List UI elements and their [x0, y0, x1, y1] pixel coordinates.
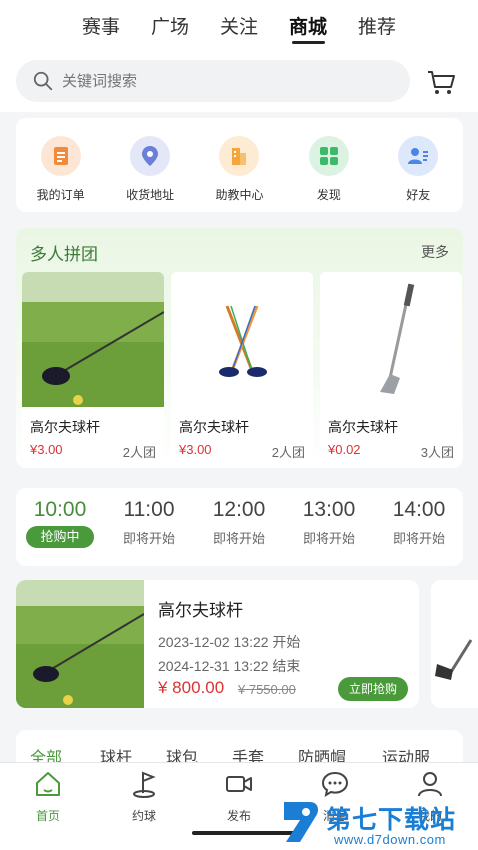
quick-menu: 我的订单 收货地址 助教中心 发现 好友 — [16, 118, 463, 212]
golf-flag-icon — [133, 771, 156, 798]
time-slot[interactable]: 13:00 即将开始 — [291, 498, 367, 547]
time-slot-time: 13:00 — [302, 498, 356, 521]
time-slot-status: 抢购中 — [26, 526, 94, 548]
time-slot-status: 即将开始 — [392, 531, 445, 546]
flash-sale-price: ¥ 800.00 — [158, 678, 225, 697]
flash-sale-card-next[interactable] — [431, 580, 478, 708]
quick-item-discover[interactable]: 发现 — [288, 118, 370, 212]
tab-following[interactable]: 关注 — [205, 0, 274, 52]
group-buy-team-size: 2人团 — [122, 445, 156, 460]
golf-clubs-photo — [171, 272, 313, 407]
top-tab-bar: 赛事 广场 关注 商城 推荐 — [0, 0, 478, 52]
group-buy-name: 高尔夫球杆 — [179, 419, 249, 435]
flash-sale-time-tabs: 10:00 抢购中 11:00 即将开始 12:00 即将开始 13:00 即将… — [16, 488, 463, 566]
nav-home[interactable]: 首页 — [13, 769, 83, 824]
group-buy-team-size: 2人团 — [271, 445, 305, 460]
friends-icon — [398, 136, 439, 176]
time-slot-time: 10:00 — [33, 498, 87, 521]
group-buy-card[interactable]: 高尔夫球杆 ¥0.02 3人团 — [320, 272, 462, 462]
quick-item-label: 助教中心 — [215, 188, 264, 202]
group-buy-price: ¥3.00 — [179, 442, 212, 457]
user-icon — [418, 772, 442, 797]
time-slot-status: 即将开始 — [302, 531, 355, 546]
search-input[interactable] — [62, 72, 362, 90]
watermark-url: www.d7down.com — [334, 832, 446, 847]
golf-driver-photo — [22, 272, 164, 407]
time-slot-status: 即将开始 — [122, 531, 175, 546]
time-slot-time: 14:00 — [392, 498, 446, 521]
flash-sale-end-time: 2024-12-31 13:22 结束 — [158, 658, 301, 674]
group-buy-price: ¥3.00 — [30, 442, 63, 457]
cart-icon[interactable] — [425, 66, 457, 98]
tab-mall[interactable]: 商城 — [274, 0, 343, 52]
group-buy-more-link[interactable]: 更多 — [421, 242, 449, 262]
golf-club-photo — [431, 580, 478, 708]
flash-sale-card[interactable]: 高尔夫球杆 2023-12-02 13:22 开始 2024-12-31 13:… — [16, 580, 419, 708]
search-icon — [33, 71, 53, 91]
golf-iron-photo — [320, 272, 462, 407]
time-slot[interactable]: 12:00 即将开始 — [201, 498, 277, 547]
location-icon — [130, 136, 171, 176]
time-slot[interactable]: 11:00 即将开始 — [111, 498, 187, 547]
quick-item-label: 好友 — [406, 188, 431, 202]
quick-item-assistant[interactable]: 助教中心 — [198, 118, 280, 212]
watermark-text: 第七下载站 — [326, 806, 457, 834]
quick-item-label: 发现 — [316, 188, 341, 202]
buy-now-button[interactable]: 立即抢购 — [338, 677, 408, 701]
nav-booking[interactable]: 约球 — [109, 769, 179, 824]
nav-publish[interactable]: 发布 — [204, 769, 274, 824]
group-buy-team-size: 3人团 — [420, 445, 454, 460]
quick-item-friends[interactable]: 好友 — [377, 118, 459, 212]
building-icon — [219, 136, 260, 176]
message-icon — [321, 771, 349, 798]
group-buy-card[interactable]: 高尔夫球杆 ¥3.00 2人团 — [171, 272, 313, 462]
time-slot[interactable]: 14:00 即将开始 — [381, 498, 457, 547]
group-buy-title: 多人拼团 — [30, 245, 98, 264]
time-slot-time: 11:00 — [123, 498, 175, 521]
group-buy-card[interactable]: 高尔夫球杆 ¥3.00 2人团 — [22, 272, 164, 462]
quick-item-label: 收货地址 — [126, 188, 175, 202]
golf-driver-photo — [16, 580, 144, 708]
quick-item-label: 我的订单 — [36, 188, 85, 202]
tab-events[interactable]: 赛事 — [67, 0, 136, 52]
group-buy-section: 多人拼团 更多 高尔夫球杆 ¥3.00 2人团 高尔夫球杆 ¥3.00 2人团 — [16, 228, 463, 468]
nav-label: 约球 — [131, 809, 156, 823]
group-buy-price: ¥0.02 — [328, 442, 361, 457]
nav-label: 发布 — [226, 809, 251, 823]
quick-item-address[interactable]: 收货地址 — [109, 118, 191, 212]
quick-item-orders[interactable]: 我的订单 — [20, 118, 102, 212]
time-slot-time: 12:00 — [212, 498, 266, 521]
group-buy-name: 高尔夫球杆 — [30, 419, 100, 435]
video-icon — [226, 776, 252, 792]
group-buy-name: 高尔夫球杆 — [328, 419, 398, 435]
flash-sale-original-price: ¥ 7550.00 — [238, 682, 296, 697]
search-row — [0, 52, 478, 112]
time-slot-status: 即将开始 — [212, 531, 265, 546]
nav-label: 首页 — [35, 809, 60, 823]
watermark: 第七下载站 www.d7down.com — [280, 796, 478, 850]
home-icon — [36, 772, 60, 796]
order-icon — [40, 136, 81, 176]
tab-plaza[interactable]: 广场 — [136, 0, 205, 52]
flash-sale-start-time: 2023-12-02 13:22 开始 — [158, 634, 301, 650]
search-box[interactable] — [16, 60, 410, 102]
time-slot[interactable]: 10:00 抢购中 — [22, 498, 98, 548]
grid-icon — [308, 136, 349, 176]
watermark-logo-icon — [284, 802, 318, 842]
flash-sale-name: 高尔夫球杆 — [158, 601, 243, 620]
tab-recommend[interactable]: 推荐 — [343, 0, 412, 52]
